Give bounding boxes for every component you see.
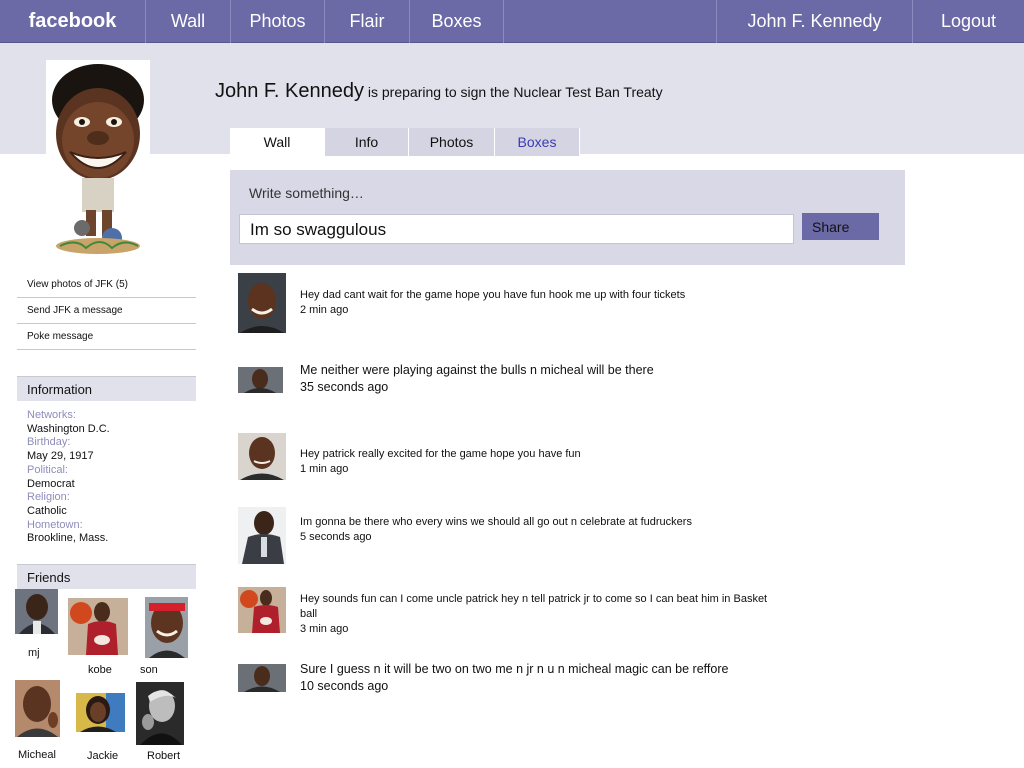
post-text: Me neither were playing against the bull… xyxy=(300,363,654,377)
wall-post: Im gonna be there who every wins we shou… xyxy=(300,515,780,545)
info-value[interactable]: Democrat xyxy=(27,478,110,492)
friend-name-jackie[interactable]: Jackie xyxy=(87,750,118,762)
top-navbar: facebook Wall Photos Flair Boxes John F.… xyxy=(0,0,1024,43)
poke-link[interactable]: Poke message xyxy=(17,324,196,350)
composer-label: Write something… xyxy=(249,185,364,201)
wall-post: Hey dad cant wait for the game hope you … xyxy=(300,288,780,318)
post-timestamp[interactable]: 3 min ago xyxy=(300,622,780,637)
view-photos-link[interactable]: View photos of JFK (5) xyxy=(17,272,196,298)
friend-photo-son[interactable] xyxy=(145,597,188,658)
post-text: Sure I guess n it will be two on two me … xyxy=(300,662,729,676)
info-value[interactable]: Washington D.C. xyxy=(27,423,110,437)
tab-info[interactable]: Info xyxy=(325,128,409,156)
friend-photo-micheal[interactable] xyxy=(15,680,60,737)
nav-photos[interactable]: Photos xyxy=(231,0,325,43)
post-timestamp[interactable]: 1 min ago xyxy=(300,462,780,477)
post-timestamp[interactable]: 5 seconds ago xyxy=(300,530,780,545)
avatar xyxy=(68,598,128,655)
post-text: Im gonna be there who every wins we shou… xyxy=(300,516,692,528)
avatar xyxy=(145,597,188,658)
info-value[interactable]: Catholic xyxy=(27,505,110,519)
post-timestamp[interactable]: 10 seconds ago xyxy=(300,678,780,695)
information-list: Networks: Washington D.C. Birthday: May … xyxy=(27,409,110,546)
avatar xyxy=(15,680,60,737)
wall-post: Hey sounds fun can I come uncle patrick … xyxy=(300,592,780,637)
info-value[interactable]: Brookline, Mass. xyxy=(27,532,110,546)
info-key: Birthday: xyxy=(27,436,71,449)
logout-button[interactable]: Logout xyxy=(913,0,1024,43)
wall-composer: Write something… Im so swaggulous Share xyxy=(230,170,905,265)
avatar xyxy=(238,433,286,480)
share-button[interactable]: Share xyxy=(802,213,879,240)
nav-flair[interactable]: Flair xyxy=(325,0,410,43)
friend-name-mj[interactable]: mj xyxy=(28,647,40,659)
info-key: Hometown: xyxy=(27,518,83,531)
send-message-link[interactable]: Send JFK a message xyxy=(17,298,196,324)
friend-photo-kobe[interactable] xyxy=(68,598,128,655)
info-value: May 29, 1917 xyxy=(27,450,94,463)
info-key: Political: xyxy=(27,463,68,476)
status-line: John F. Kennedy is preparing to sign the… xyxy=(215,80,663,103)
post-author-photo[interactable] xyxy=(238,587,286,633)
avatar xyxy=(238,664,286,692)
avatar xyxy=(15,589,58,634)
avatar xyxy=(238,367,283,393)
post-author-photo[interactable] xyxy=(238,433,286,480)
info-key: Networks: xyxy=(27,409,76,421)
composer-input[interactable]: Im so swaggulous xyxy=(239,214,794,244)
information-heading: Information xyxy=(17,376,196,401)
post-author-photo[interactable] xyxy=(238,367,283,393)
facebook-logo[interactable]: facebook xyxy=(0,0,146,43)
friend-photo-robert[interactable] xyxy=(136,682,184,745)
avatar xyxy=(238,587,286,633)
wall-post: Sure I guess n it will be two on two me … xyxy=(300,661,780,695)
avatar xyxy=(136,682,184,745)
wall-post: Hey patrick really excited for the game … xyxy=(300,447,780,477)
nav-boxes[interactable]: Boxes xyxy=(410,0,504,43)
friend-name-son[interactable]: son xyxy=(140,664,158,676)
friends-heading: Friends xyxy=(17,564,196,589)
post-timestamp[interactable]: 35 seconds ago xyxy=(300,379,780,396)
avatar xyxy=(238,273,286,333)
post-text: Hey dad cant wait for the game hope you … xyxy=(300,289,686,301)
profile-action-links: View photos of JFK (5) Send JFK a messag… xyxy=(17,272,196,350)
profile-tabs: Wall Info Photos Boxes xyxy=(230,128,580,156)
tab-wall[interactable]: Wall xyxy=(230,128,325,156)
post-author-photo[interactable] xyxy=(238,273,286,333)
friend-name-micheal[interactable]: Micheal xyxy=(18,749,56,761)
wall-post: Me neither were playing against the bull… xyxy=(300,362,780,396)
post-timestamp[interactable]: 2 min ago xyxy=(300,303,780,318)
nav-wall[interactable]: Wall xyxy=(146,0,231,43)
tab-boxes[interactable]: Boxes xyxy=(495,128,580,156)
avatar xyxy=(76,693,125,732)
profile-name[interactable]: John F. Kennedy xyxy=(215,80,364,102)
post-text: Hey patrick really excited for the game … xyxy=(300,448,581,460)
info-key: Religion: xyxy=(27,491,70,504)
profile-picture[interactable] xyxy=(46,60,150,260)
friend-photo-jackie[interactable] xyxy=(76,693,125,732)
tab-photos[interactable]: Photos xyxy=(409,128,495,156)
post-author-photo[interactable] xyxy=(238,507,286,564)
friend-photo-mj[interactable] xyxy=(15,589,58,634)
avatar xyxy=(238,507,286,564)
post-text: Hey sounds fun can I come uncle patrick … xyxy=(300,593,768,620)
friend-name-robert[interactable]: Robert xyxy=(147,750,180,762)
post-author-photo[interactable] xyxy=(238,664,286,692)
nav-user-name[interactable]: John F. Kennedy xyxy=(716,0,913,43)
profile-caricature-image xyxy=(46,60,150,260)
friend-name-kobe[interactable]: kobe xyxy=(88,664,112,676)
status-text: is preparing to sign the Nuclear Test Ba… xyxy=(367,84,663,100)
